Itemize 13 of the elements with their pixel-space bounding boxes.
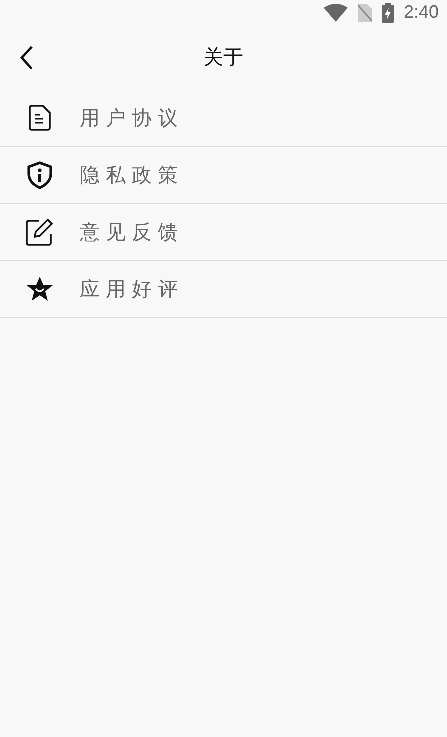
menu-item[interactable]: 应用好评: [0, 261, 447, 318]
page-title: 关于: [204, 44, 244, 71]
clock-time: 2:40: [404, 2, 439, 23]
star-icon: [26, 276, 54, 302]
edit-icon: [26, 218, 54, 246]
menu-item[interactable]: 意见反馈: [0, 204, 447, 261]
menu-item[interactable]: 用户协议: [0, 90, 447, 147]
wifi-icon: [324, 4, 348, 22]
menu-item[interactable]: 隐私政策: [0, 147, 447, 204]
no-sim-icon: [358, 4, 372, 22]
document-icon: [29, 105, 51, 131]
shield-info-icon: [27, 161, 53, 189]
battery-charging-icon: [382, 2, 394, 22]
